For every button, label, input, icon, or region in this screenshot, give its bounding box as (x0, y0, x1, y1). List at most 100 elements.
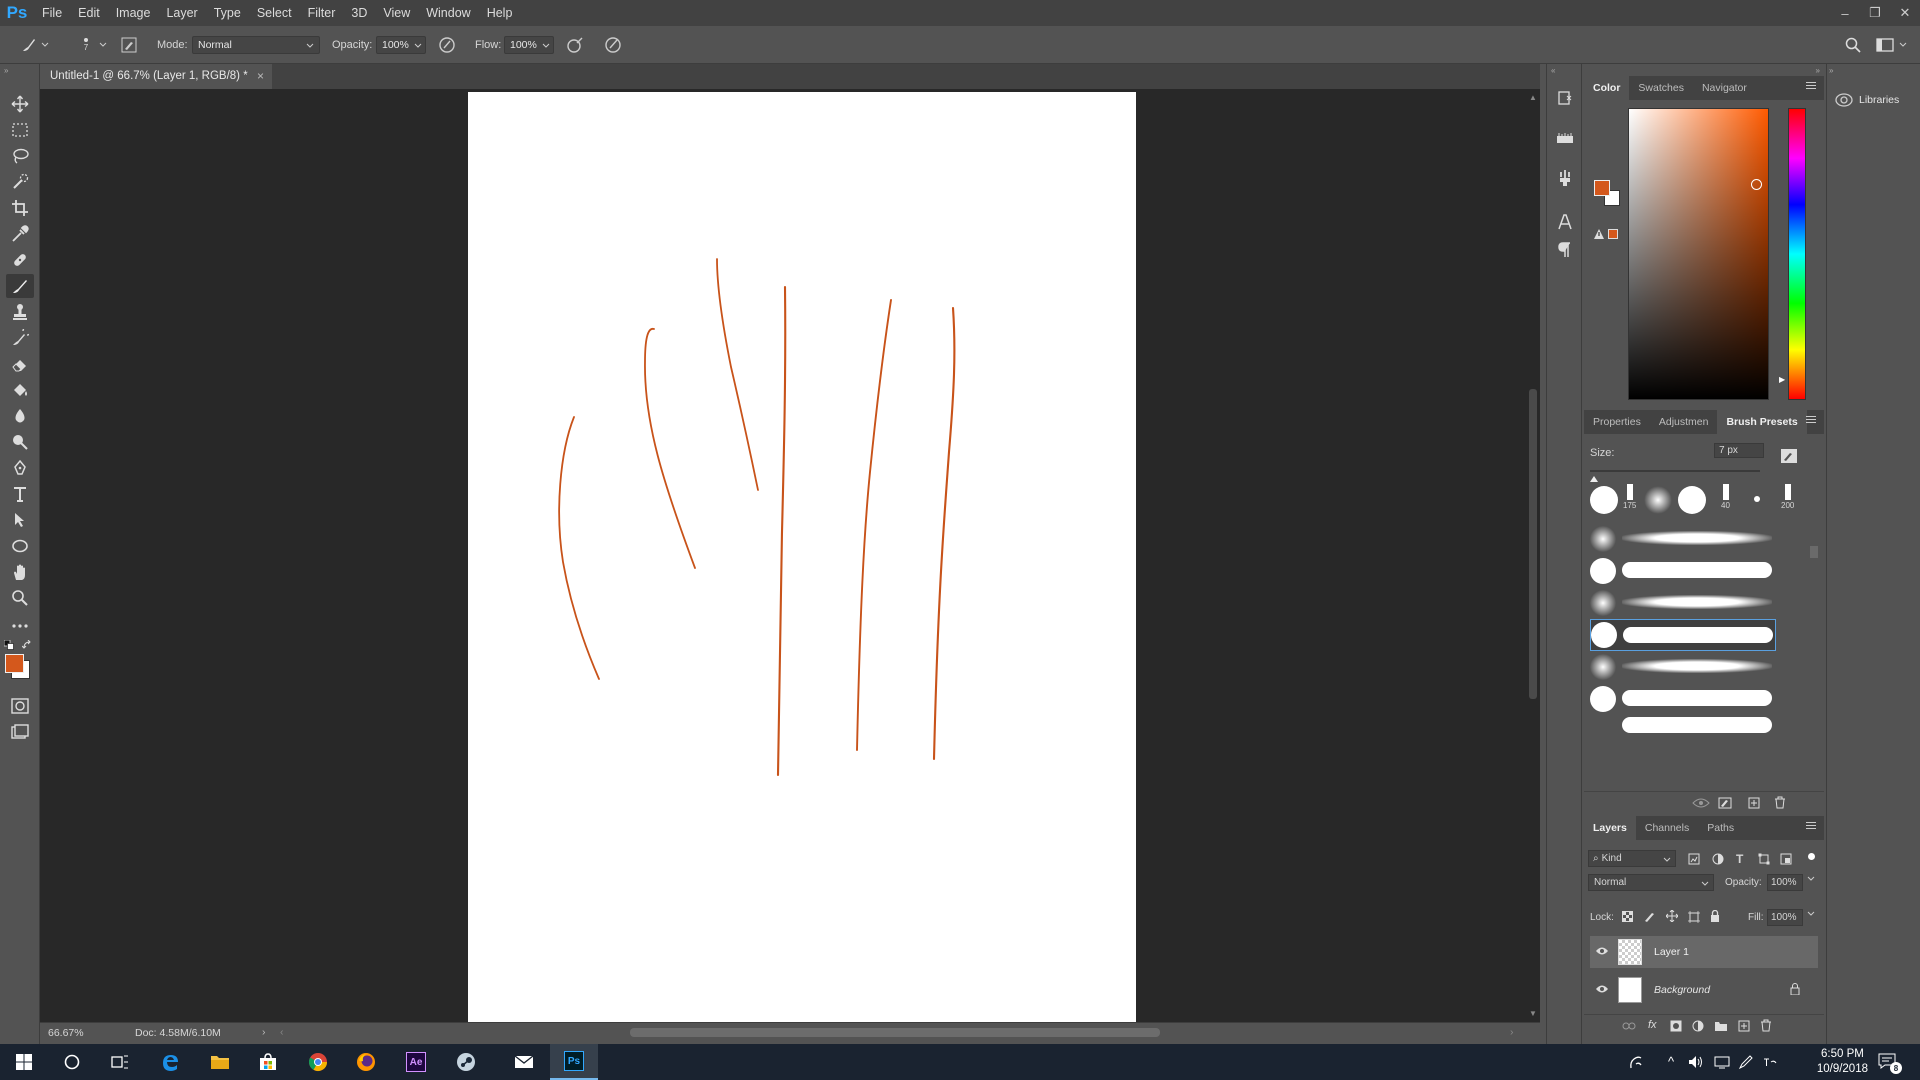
warning-icon[interactable] (1594, 229, 1604, 239)
preset-bar-3[interactable] (1785, 484, 1791, 500)
cortana-icon[interactable] (48, 1044, 96, 1080)
collapse-arrows-icon[interactable]: » (4, 66, 8, 75)
gamut-swatch[interactable] (1608, 229, 1618, 239)
collapse-arrows-icon[interactable]: « (1551, 66, 1555, 75)
scroll-left-icon[interactable]: ‹ (280, 1026, 284, 1038)
lock-artboard-icon[interactable] (1688, 911, 1700, 923)
tab-swatches[interactable]: Swatches (1629, 76, 1693, 100)
ruler-panel-icon[interactable] (1553, 126, 1577, 150)
pen-workspace-icon[interactable] (1628, 1054, 1644, 1070)
saturation-brightness-field[interactable] (1628, 108, 1769, 400)
lock-pixels-icon[interactable] (1644, 911, 1655, 922)
pressure-size-icon[interactable] (602, 34, 624, 56)
filter-pixel-icon[interactable] (1688, 853, 1700, 865)
chrome-icon[interactable] (294, 1044, 342, 1080)
blend-mode-select[interactable]: Normal (1588, 874, 1714, 891)
new-preset-icon[interactable] (1748, 797, 1760, 809)
layer-row-layer-1[interactable]: Layer 1 (1590, 936, 1818, 968)
healing-icon[interactable] (6, 248, 34, 272)
layer-filter-select[interactable]: ⌕ Kind (1588, 850, 1676, 867)
brush-list-scrollbar[interactable] (1810, 534, 1818, 784)
quick-select-icon[interactable] (6, 170, 34, 194)
taskbar-clock[interactable]: 6:50 PM 10/9/2018 (1817, 1047, 1868, 1077)
menu-help[interactable]: Help (479, 0, 521, 26)
dodge-icon[interactable] (6, 430, 34, 454)
brush-panel-toggle-icon[interactable] (118, 34, 140, 56)
menu-select[interactable]: Select (249, 0, 300, 26)
foreground-color-swatch[interactable] (5, 654, 24, 673)
paragraph-panel-icon[interactable] (1553, 238, 1577, 262)
scroll-down-icon[interactable]: ▼ (1529, 1009, 1537, 1018)
task-view-icon[interactable] (96, 1044, 144, 1080)
hue-slider[interactable] (1788, 108, 1806, 400)
lock-position-icon[interactable] (1666, 910, 1678, 922)
link-layers-icon[interactable] (1622, 1021, 1636, 1031)
pen-input-icon[interactable] (1738, 1054, 1754, 1070)
workspace-switcher-icon[interactable] (1874, 34, 1896, 56)
document-canvas[interactable] (468, 92, 1136, 1022)
network-icon[interactable] (1714, 1055, 1730, 1069)
chevron-down-icon[interactable] (98, 34, 108, 56)
swap-colors-icon[interactable] (22, 640, 32, 650)
search-icon[interactable] (1842, 34, 1864, 56)
brush-preset-item[interactable] (1590, 683, 1776, 715)
document-tab[interactable]: Untitled-1 @ 66.7% (Layer 1, RGB/8) * × (40, 64, 272, 89)
chevron-down-icon[interactable] (1807, 876, 1815, 882)
tab-paths[interactable]: Paths (1698, 816, 1743, 840)
add-mask-icon[interactable] (1670, 1020, 1682, 1032)
preset-hard-round[interactable] (1590, 486, 1618, 514)
layer-row-background[interactable]: Background (1590, 974, 1818, 1006)
screen-mode-icon[interactable] (6, 720, 34, 744)
filter-shape-icon[interactable] (1758, 853, 1770, 865)
menu-type[interactable]: Type (206, 0, 249, 26)
hue-slider-marker[interactable]: ▶ (1779, 375, 1787, 385)
preset-hard-round-2[interactable] (1678, 486, 1706, 514)
edge-icon[interactable] (146, 1044, 194, 1080)
panel-menu-icon[interactable] (1806, 416, 1816, 426)
brush-size-picker[interactable]: 7 (74, 34, 98, 56)
brush-preset-item-selected[interactable] (1590, 619, 1776, 651)
tab-properties[interactable]: Properties (1584, 410, 1650, 434)
history-brush-icon[interactable] (6, 326, 34, 350)
fx-icon[interactable]: fx (1648, 1019, 1657, 1031)
tab-brush-presets[interactable]: Brush Presets (1717, 410, 1807, 434)
close-window-button[interactable]: ✕ (1890, 0, 1920, 26)
tab-navigator[interactable]: Navigator (1693, 76, 1756, 100)
opacity-field[interactable]: 100% (376, 36, 426, 54)
color-picker-marker[interactable] (1751, 179, 1762, 190)
delete-preset-icon[interactable] (1774, 796, 1786, 809)
steam-icon[interactable] (442, 1044, 490, 1080)
menu-file[interactable]: File (34, 0, 70, 26)
horizontal-scroll-thumb[interactable] (630, 1028, 1160, 1037)
eraser-icon[interactable] (6, 352, 34, 376)
type-icon[interactable] (6, 482, 34, 506)
brush-preset-item[interactable] (1590, 587, 1776, 619)
filter-type-icon[interactable]: T (1736, 852, 1743, 866)
menu-layer[interactable]: Layer (158, 0, 205, 26)
history-panel-icon[interactable] (1553, 86, 1577, 110)
lock-transparent-icon[interactable] (1622, 911, 1633, 922)
tab-color[interactable]: Color (1584, 76, 1630, 100)
brush-preset-item[interactable] (1590, 555, 1776, 587)
filter-toggle-icon[interactable] (1808, 853, 1815, 860)
layer-opacity-field[interactable]: 100% (1767, 874, 1803, 891)
brush-preset-item[interactable] (1590, 651, 1776, 683)
firefox-icon[interactable] (342, 1044, 390, 1080)
start-button[interactable] (0, 1044, 48, 1080)
brush-options-icon[interactable] (1780, 448, 1798, 464)
eye-icon[interactable] (1595, 946, 1609, 956)
restore-button[interactable]: ❐ (1860, 0, 1890, 26)
new-layer-icon[interactable] (1738, 1020, 1750, 1032)
layer-name[interactable]: Layer 1 (1654, 946, 1689, 958)
adjustment-layer-icon[interactable] (1692, 1020, 1704, 1032)
mode-select[interactable]: Normal (192, 36, 320, 54)
close-document-icon[interactable]: × (257, 69, 264, 83)
size-field[interactable]: 7 px (1714, 443, 1764, 458)
show-hidden-icons[interactable]: ^ (1668, 1054, 1674, 1069)
brush-preset-item[interactable] (1590, 523, 1776, 555)
volume-icon[interactable] (1688, 1055, 1704, 1069)
eyedropper-icon[interactable] (6, 222, 34, 246)
lock-all-icon[interactable] (1710, 910, 1720, 922)
new-group-icon[interactable] (1714, 1020, 1728, 1032)
tool-presets-icon[interactable] (1553, 166, 1577, 190)
